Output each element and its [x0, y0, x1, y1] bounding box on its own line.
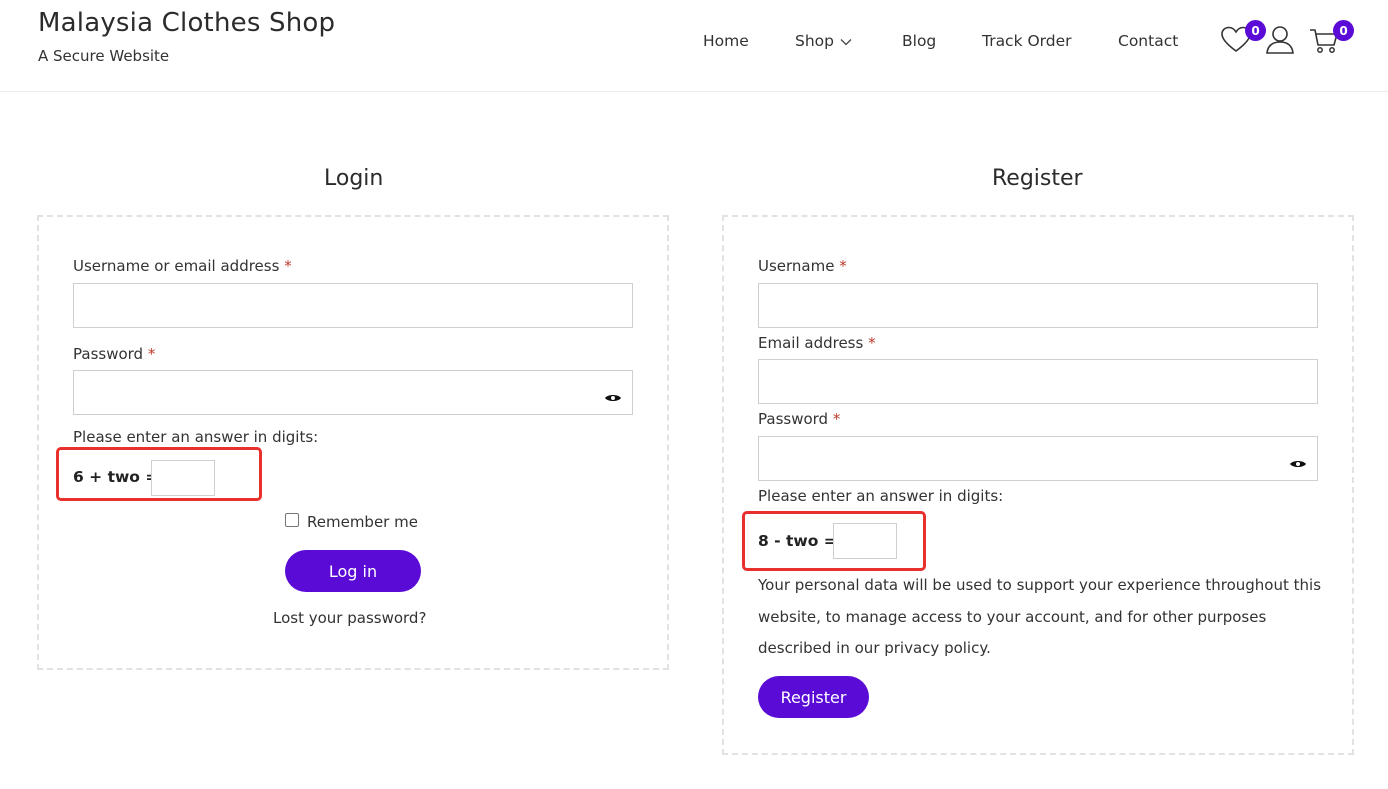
register-username-label: Username *	[758, 257, 847, 275]
register-password-input[interactable]	[758, 436, 1318, 481]
register-captcha-prompt: Please enter an answer in digits:	[758, 487, 1004, 505]
site-header: Malaysia Clothes Shop A Secure Website H…	[0, 0, 1388, 92]
login-title: Login	[324, 166, 384, 191]
login-captcha-highlight	[56, 447, 262, 501]
remember-me-checkbox[interactable]	[285, 513, 299, 527]
site-title[interactable]: Malaysia Clothes Shop	[38, 8, 335, 38]
lost-password-link[interactable]: Lost your password?	[273, 609, 426, 627]
nav-label: Track Order	[982, 32, 1072, 50]
user-icon	[1265, 26, 1295, 58]
register-button[interactable]: Register	[758, 676, 869, 718]
register-title: Register	[992, 166, 1083, 191]
nav-item-track-order[interactable]: Track Order	[982, 30, 1072, 52]
login-username-input[interactable]	[73, 283, 633, 328]
cart-icon	[1309, 29, 1339, 58]
eye-icon[interactable]	[604, 388, 622, 407]
register-username-input[interactable]	[758, 283, 1318, 328]
account-button[interactable]	[1265, 24, 1295, 54]
privacy-notice: Your personal data will be used to suppo…	[758, 576, 1322, 657]
eye-icon[interactable]	[1289, 454, 1307, 473]
nav-label: Home	[703, 32, 749, 50]
heart-icon	[1221, 26, 1251, 58]
chevron-down-icon	[840, 32, 852, 50]
register-email-label: Email address *	[758, 334, 876, 352]
login-password-input[interactable]	[73, 370, 633, 415]
login-captcha-prompt: Please enter an answer in digits:	[73, 428, 319, 446]
nav-item-blog[interactable]: Blog	[902, 30, 936, 52]
cart-count-badge: 0	[1333, 20, 1354, 41]
nav-item-home[interactable]: Home	[703, 30, 749, 52]
site-tagline: A Secure Website	[38, 47, 170, 65]
login-password-label: Password *	[73, 345, 156, 363]
login-button[interactable]: Log in	[285, 550, 421, 592]
nav-label: Blog	[902, 32, 937, 50]
nav-label: Contact	[1118, 32, 1179, 50]
nav-label: Shop	[795, 32, 834, 50]
nav-item-contact[interactable]: Contact	[1118, 30, 1178, 52]
register-captcha-highlight	[742, 511, 926, 571]
remember-me-label[interactable]: Remember me	[307, 513, 418, 531]
login-username-label: Username or email address *	[73, 257, 292, 275]
register-password-label: Password *	[758, 410, 841, 428]
nav-item-shop[interactable]: Shop	[795, 30, 852, 52]
wishlist-count-badge: 0	[1245, 20, 1266, 41]
register-email-input[interactable]	[758, 359, 1318, 404]
